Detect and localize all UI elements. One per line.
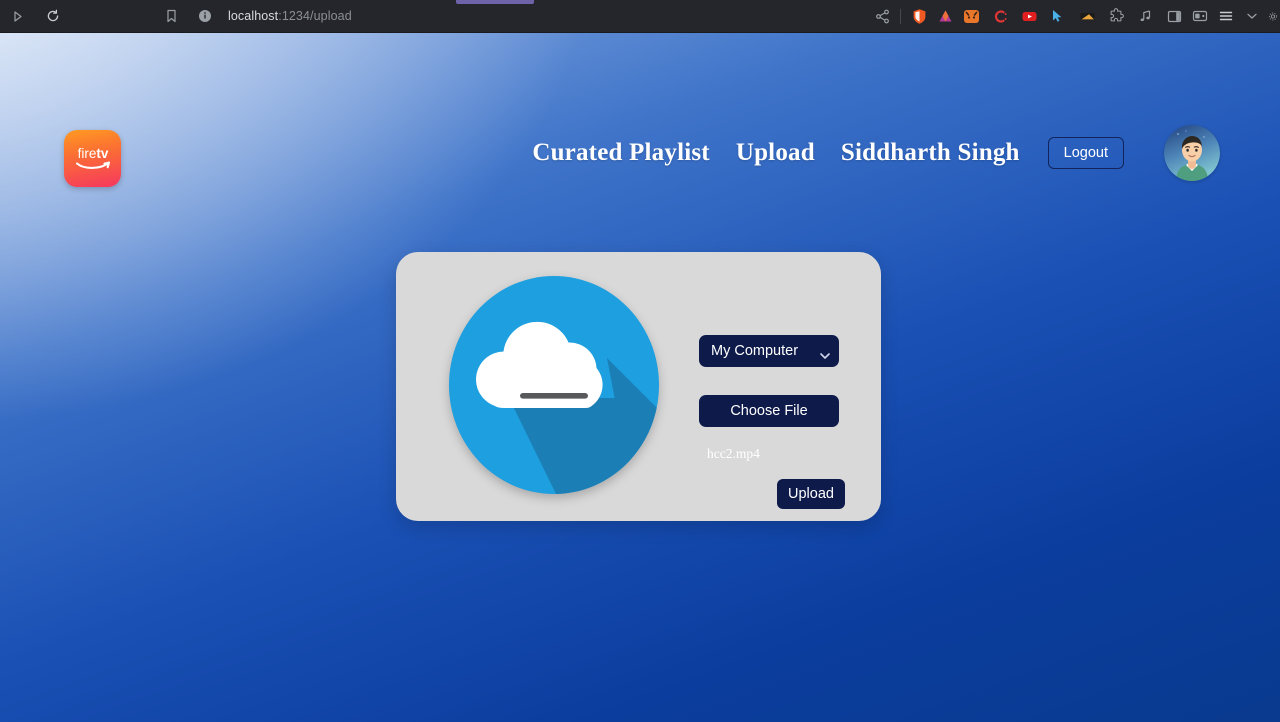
main-nav: Curated Playlist Upload Siddharth Singh … <box>532 125 1220 181</box>
upload-card: My Computer Choose File hcc2.mp4 Upload <box>396 252 881 521</box>
reload-icon[interactable] <box>40 3 66 29</box>
page-body: firetv Curated Playlist Upload Siddharth… <box>0 33 1280 722</box>
extension-fox-icon[interactable] <box>961 6 981 26</box>
source-select[interactable]: My Computer <box>699 335 839 367</box>
logo-text-tv: tv <box>96 146 108 161</box>
nav-link-curated-playlist[interactable]: Curated Playlist <box>532 139 710 167</box>
selected-file-name: hcc2.mp4 <box>707 446 760 461</box>
share-icon[interactable] <box>872 6 892 26</box>
cloud-upload-graphic <box>449 276 659 494</box>
settings-gear-icon[interactable] <box>1268 6 1278 26</box>
choose-file-button[interactable]: Choose File <box>699 395 839 427</box>
extension-cursor-icon[interactable] <box>1048 6 1068 26</box>
logo-text-fire: fire <box>77 146 96 161</box>
site-info-icon[interactable] <box>194 5 216 27</box>
avatar-image <box>1164 125 1220 181</box>
wallet-icon[interactable] <box>1190 6 1210 26</box>
extensions-puzzle-icon[interactable] <box>1106 6 1126 26</box>
logout-button[interactable]: Logout <box>1047 136 1124 170</box>
nav-link-upload[interactable]: Upload <box>736 139 815 167</box>
url-host: localhost <box>228 9 279 23</box>
sidebar-panel-icon[interactable] <box>1164 6 1184 26</box>
extension-icons <box>961 6 1184 26</box>
forward-arrow-icon[interactable] <box>4 3 30 29</box>
browser-toolbar: localhost:1234/upload <box>0 0 1280 33</box>
svg-text:firetv: firetv <box>77 146 108 161</box>
tab-indicator[interactable] <box>456 0 534 4</box>
address-bar[interactable]: localhost:1234/upload <box>160 5 872 27</box>
chevron-down-icon[interactable] <box>1242 6 1262 26</box>
extension-youtube-icon[interactable] <box>1019 6 1039 26</box>
site-header: firetv Curated Playlist Upload Siddharth… <box>0 33 1280 238</box>
extension-c-icon[interactable] <box>990 6 1010 26</box>
avatar[interactable] <box>1164 125 1220 181</box>
source-select-wrapper: My Computer <box>699 335 839 367</box>
browser-menu-icon[interactable] <box>1216 6 1236 26</box>
firetv-logo-mark: firetv <box>75 146 110 169</box>
bookmark-icon[interactable] <box>160 5 182 27</box>
music-note-icon[interactable] <box>1135 6 1155 26</box>
extension-video-icon[interactable] <box>1077 6 1097 26</box>
browser-actions <box>872 6 1280 26</box>
nav-link-user-name[interactable]: Siddharth Singh <box>841 139 1020 167</box>
brave-shields-icon[interactable] <box>909 6 929 26</box>
url-path: :1234/upload <box>278 9 352 23</box>
toolbar-divider <box>900 8 901 24</box>
cloud-upload-icon <box>447 274 661 496</box>
firetv-logo[interactable]: firetv <box>64 130 121 187</box>
url-text[interactable]: localhost:1234/upload <box>228 9 352 23</box>
brave-rewards-icon[interactable] <box>935 6 955 26</box>
upload-button[interactable]: Upload <box>777 478 845 509</box>
upload-form: My Computer Choose File hcc2.mp4 Upload <box>699 335 854 509</box>
browser-nav-controls <box>0 3 160 29</box>
